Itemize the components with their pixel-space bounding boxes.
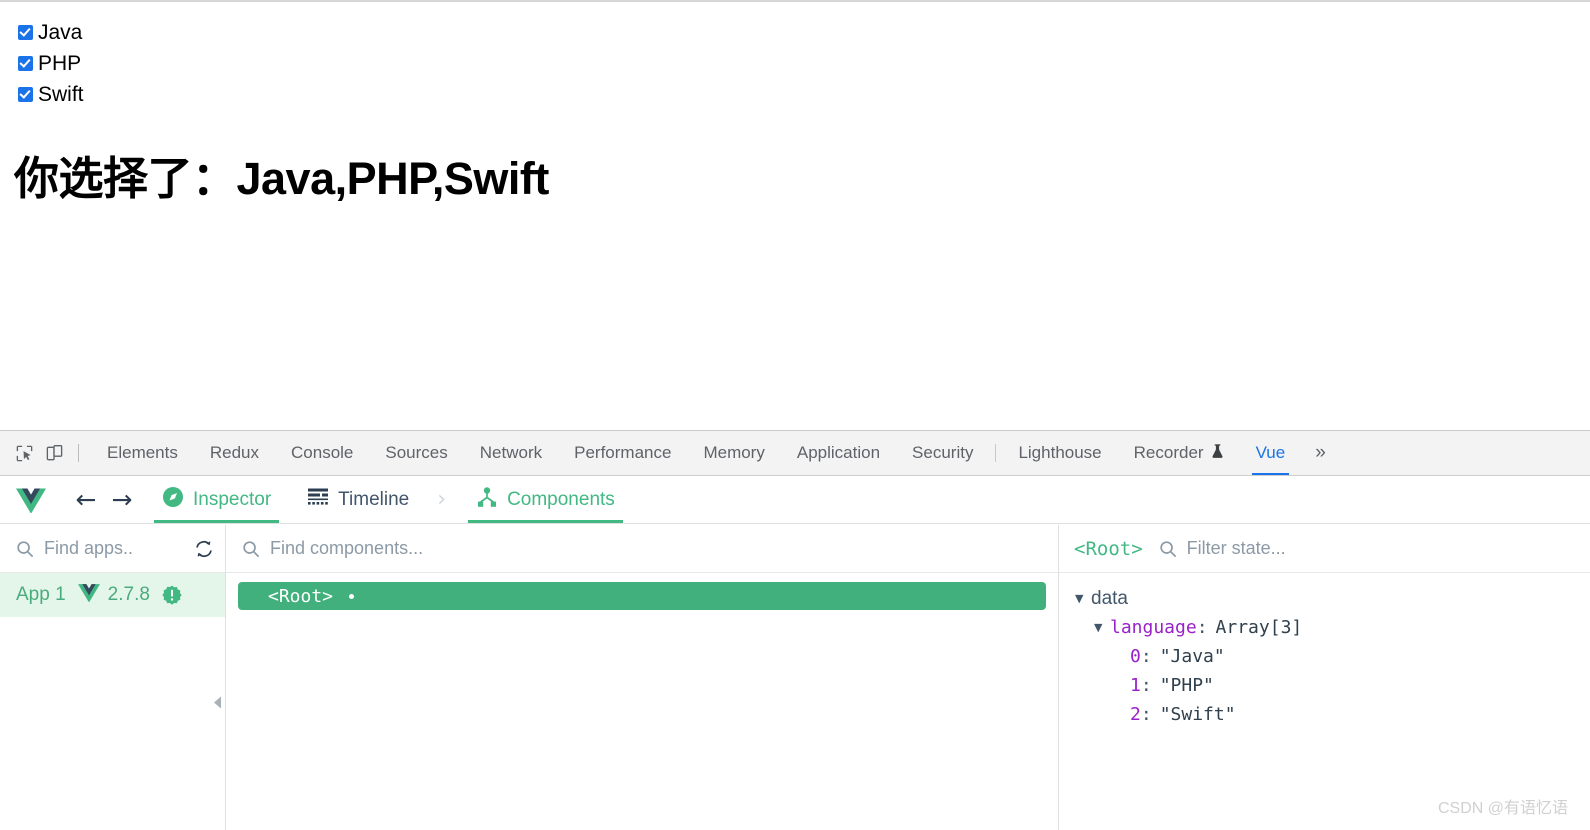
state-array-index: 1 bbox=[1130, 675, 1141, 696]
find-apps-searchbar[interactable]: Find apps.. bbox=[0, 525, 225, 573]
tab-recorder[interactable]: Recorder bbox=[1118, 431, 1240, 475]
warning-badge-icon bbox=[162, 585, 182, 605]
state-colon: : bbox=[1140, 704, 1152, 725]
tab-vue[interactable]: Vue bbox=[1240, 431, 1302, 475]
checkbox-row-swift[interactable]: Swift bbox=[18, 82, 84, 106]
state-group-label: data bbox=[1091, 587, 1128, 609]
app-name-label: App 1 bbox=[16, 584, 66, 605]
tab-application[interactable]: Application bbox=[781, 431, 896, 475]
triangle-down-icon[interactable]: ▼ bbox=[1075, 592, 1091, 605]
state-group-data[interactable]: ▼ data bbox=[1075, 584, 1590, 613]
state-array-item[interactable]: 1 : "PHP" bbox=[1075, 671, 1590, 700]
devtools-tabbar: Elements Redux Console Sources Network P… bbox=[0, 431, 1590, 476]
language-checkbox-group: Java PHP Swift bbox=[18, 20, 84, 113]
checkbox-label: Java bbox=[38, 20, 83, 44]
tab-lighthouse[interactable]: Lighthouse bbox=[1002, 431, 1117, 475]
find-apps-placeholder: Find apps.. bbox=[44, 538, 134, 558]
state-array-item[interactable]: 2 : "Swift" bbox=[1075, 700, 1590, 729]
tab-network[interactable]: Network bbox=[464, 431, 558, 475]
back-arrow-icon[interactable]: ← bbox=[68, 487, 104, 512]
component-tree-icon bbox=[476, 486, 498, 513]
tree-node-root[interactable]: <Root> bbox=[238, 582, 1046, 610]
flask-icon bbox=[1211, 444, 1224, 462]
vue-tab-label: Components bbox=[507, 488, 615, 510]
refresh-icon[interactable] bbox=[193, 538, 215, 560]
state-colon: : bbox=[1140, 646, 1152, 667]
state-panel-header: <Root> Filter state... bbox=[1059, 525, 1590, 573]
vue-devtools-toolbar: ← → Inspector Timeline › Components bbox=[0, 476, 1590, 524]
tab-security[interactable]: Security bbox=[896, 431, 989, 475]
search-icon bbox=[1159, 540, 1177, 558]
vue-tab-label: Timeline bbox=[338, 488, 410, 510]
tab-console[interactable]: Console bbox=[275, 431, 369, 475]
state-array-value: "Java" bbox=[1159, 646, 1225, 667]
checkbox-label: PHP bbox=[38, 51, 82, 75]
app-list-item[interactable]: App 1 2.7.8 bbox=[0, 573, 225, 617]
collapse-sidebar-handle-icon[interactable] bbox=[211, 695, 223, 709]
component-tree-list: <Root> bbox=[226, 573, 1058, 610]
web-page-viewport: Java PHP Swift 你选择了：Java,PHP,Swift bbox=[0, 0, 1590, 430]
state-property-type: Array[3] bbox=[1215, 617, 1303, 638]
tab-memory[interactable]: Memory bbox=[687, 431, 780, 475]
chevron-right-icon: › bbox=[437, 487, 447, 512]
state-property-name: language bbox=[1110, 617, 1197, 638]
search-icon bbox=[16, 540, 34, 558]
search-icon bbox=[242, 540, 260, 558]
tab-recorder-label: Recorder bbox=[1133, 443, 1204, 462]
state-array-value: "Swift" bbox=[1159, 704, 1236, 725]
state-colon: : bbox=[1140, 675, 1152, 696]
state-array-index: 2 bbox=[1130, 704, 1141, 725]
forward-arrow-icon[interactable]: → bbox=[104, 487, 140, 512]
vue-tab-components[interactable]: Components bbox=[462, 476, 629, 523]
tab-sources[interactable]: Sources bbox=[369, 431, 463, 475]
screenshot-root: Java PHP Swift 你选择了：Java,PHP,Swift Eleme… bbox=[0, 0, 1590, 830]
find-components-placeholder: Find components... bbox=[270, 538, 424, 558]
tree-node-dot-icon bbox=[349, 593, 355, 599]
vue-logo-icon-small bbox=[77, 583, 100, 607]
checkbox-row-java[interactable]: Java bbox=[18, 20, 84, 44]
checkbox-row-php[interactable]: PHP bbox=[18, 51, 84, 75]
state-array-item[interactable]: 0 : "Java" bbox=[1075, 642, 1590, 671]
csdn-watermark: CSDN @有语忆语 bbox=[1437, 800, 1568, 817]
state-array-value: "PHP" bbox=[1159, 675, 1214, 696]
vue-tab-timeline[interactable]: Timeline bbox=[293, 476, 423, 523]
vue-tab-label: Inspector bbox=[193, 488, 272, 510]
apps-panel: Find apps.. App 1 2.7.8 bbox=[0, 525, 226, 830]
filter-state-placeholder: Filter state... bbox=[1186, 538, 1286, 558]
selected-component-label: <Root> bbox=[1074, 537, 1143, 560]
app-version-label: 2.7.8 bbox=[107, 584, 150, 605]
vue-devtools-body: Find apps.. App 1 2.7.8 Find components.… bbox=[0, 525, 1590, 830]
tree-node-label: <Root> bbox=[268, 585, 334, 607]
checkbox-checked-icon[interactable] bbox=[18, 86, 33, 102]
toolbar-divider bbox=[78, 444, 79, 462]
inspect-element-icon[interactable] bbox=[10, 439, 38, 467]
tab-performance[interactable]: Performance bbox=[558, 431, 687, 475]
tab-elements[interactable]: Elements bbox=[91, 431, 194, 475]
compass-icon bbox=[162, 486, 184, 513]
state-tree: ▼ data ▼ language : Array[3] 0 : "Java" bbox=[1059, 573, 1590, 729]
timeline-icon bbox=[307, 487, 329, 512]
triangle-down-icon[interactable]: ▼ bbox=[1094, 621, 1110, 634]
checkbox-checked-icon[interactable] bbox=[18, 24, 33, 40]
tab-group-divider bbox=[995, 444, 997, 462]
state-colon: : bbox=[1196, 617, 1208, 638]
find-components-searchbar[interactable]: Find components... bbox=[226, 525, 1058, 573]
vue-tab-inspector[interactable]: Inspector bbox=[148, 476, 285, 523]
more-tabs-chevron-icon[interactable]: » bbox=[1301, 431, 1340, 475]
state-property-language[interactable]: ▼ language : Array[3] bbox=[1075, 613, 1590, 642]
device-toolbar-icon[interactable] bbox=[40, 439, 68, 467]
checkbox-checked-icon[interactable] bbox=[18, 55, 33, 71]
devtools-panel: Elements Redux Console Sources Network P… bbox=[0, 430, 1590, 830]
checkbox-label: Swift bbox=[38, 82, 84, 106]
vue-logo-icon bbox=[16, 487, 46, 514]
state-panel: <Root> Filter state... ▼ data ▼ language… bbox=[1059, 525, 1590, 830]
component-tree-panel: Find components... <Root> bbox=[226, 525, 1059, 830]
state-array-index: 0 bbox=[1130, 646, 1141, 667]
selection-result-heading: 你选择了：Java,PHP,Swift bbox=[14, 153, 549, 204]
tab-redux[interactable]: Redux bbox=[194, 431, 275, 475]
